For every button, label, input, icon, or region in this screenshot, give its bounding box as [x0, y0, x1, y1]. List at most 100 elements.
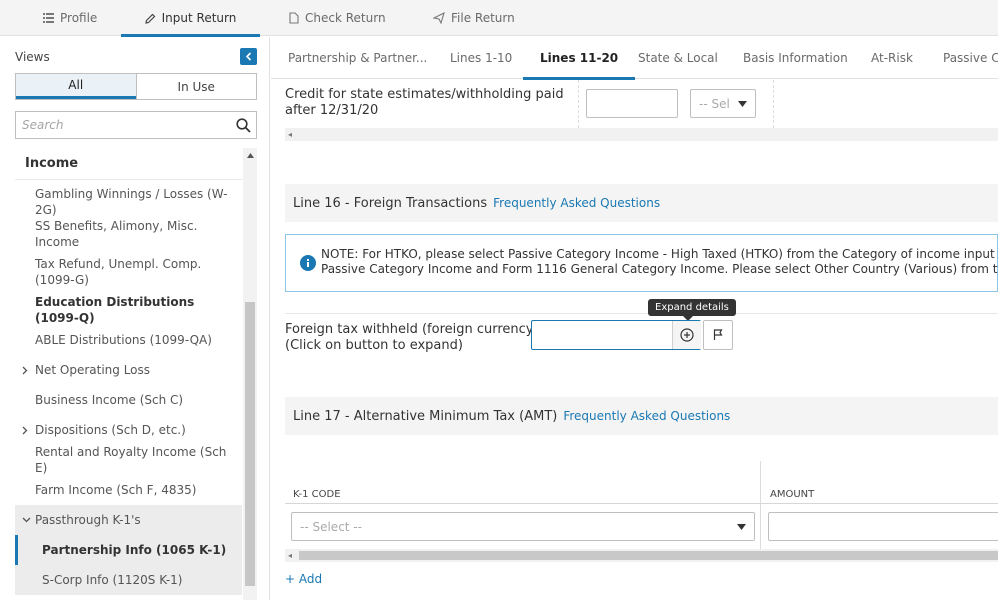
tree-item-label: Net Operating Loss	[35, 363, 151, 377]
tree-item-tax-refund[interactable]: Tax Refund, Unempl. Comp. (1099-G)	[15, 249, 242, 295]
line16-header: Line 16 - Foreign Transactions Frequentl…	[285, 184, 998, 222]
tab-label: Input Return	[161, 11, 237, 25]
credit-hscrollbar[interactable]: ◂	[285, 128, 998, 141]
tree-item-label: Dispositions (Sch D, etc.)	[35, 423, 186, 437]
tree-item-dispositions[interactable]: Dispositions (Sch D, etc.)	[15, 415, 242, 445]
divider	[285, 313, 998, 314]
subtab-lines-1-10[interactable]: Lines 1-10	[450, 37, 512, 79]
k1-code-select[interactable]: -- Select --	[291, 512, 755, 541]
tree-item-label: Partnership Info (1065 K-1)	[42, 543, 227, 557]
amt-hscrollbar-thumb[interactable]	[299, 551, 998, 560]
tree-item-label: ABLE Distributions (1099-QA)	[35, 333, 212, 347]
tree-item-label: SS Benefits, Alimony, Misc. Income	[35, 219, 198, 249]
chevron-left-icon	[245, 52, 252, 61]
search-input[interactable]	[16, 112, 230, 138]
tree-item-partnership-info[interactable]: Partnership Info (1065 K-1)	[15, 535, 242, 565]
tree-item-passthrough[interactable]: Passthrough K-1's	[15, 505, 242, 535]
column-divider	[760, 461, 761, 549]
credit-label: Credit for state estimates/withholding p…	[285, 87, 564, 118]
collapse-sidebar-button[interactable]	[240, 48, 257, 65]
col-header-k1-code: K-1 CODE	[293, 489, 341, 500]
tab-label: File Return	[451, 11, 515, 25]
tree-item-label: S-Corp Info (1120S K-1)	[42, 573, 183, 587]
tree-item-label: Gambling Winnings / Losses (W-2G)	[35, 186, 228, 217]
credit-select[interactable]: -- Sel	[690, 89, 756, 118]
tree-section-income[interactable]: Income	[15, 148, 242, 180]
tree-item-able[interactable]: ABLE Distributions (1099-QA)	[15, 325, 242, 355]
caret-down-icon	[737, 523, 746, 530]
tree-item-s-corp-info[interactable]: S-Corp Info (1120S K-1)	[15, 565, 242, 595]
tab-label: Check Return	[305, 11, 386, 25]
scroll-left-arrow-icon[interactable]: ◂	[288, 130, 292, 139]
pen-icon	[144, 13, 155, 24]
tree-item-label: Passthrough K-1's	[35, 513, 141, 527]
note-text: NOTE: For HTKO, please select Passive Ca…	[321, 247, 998, 277]
note-box: NOTE: For HTKO, please select Passive Ca…	[285, 234, 998, 292]
tree-item-gambling[interactable]: Gambling Winnings / Losses (W-2G)	[15, 184, 242, 219]
tree-item-label: Rental and Royalty Income (Sch E)	[35, 445, 227, 475]
expand-details-button[interactable]	[672, 321, 701, 349]
flag-icon	[713, 329, 723, 340]
tab-check-return[interactable]: Check Return	[289, 0, 386, 36]
line16-faq-link[interactable]: Frequently Asked Questions	[493, 196, 660, 210]
view-in-use-button[interactable]: In Use	[135, 74, 256, 99]
tree-item-label: Farm Income (Sch F, 4835)	[35, 483, 197, 497]
foreign-tax-label: Foreign tax withheld (foreign currency) …	[285, 322, 539, 354]
info-icon	[300, 255, 316, 271]
credit-amount-input[interactable]	[586, 89, 678, 118]
chevron-right-icon	[22, 426, 28, 434]
send-icon	[433, 12, 445, 24]
tree-item-rental[interactable]: Rental and Royalty Income (Sch E)	[15, 445, 242, 475]
search-box	[15, 111, 257, 139]
list-icon	[43, 13, 54, 23]
foreign-tax-label-line: (Click on button to expand)	[285, 338, 463, 353]
table-header-divider	[285, 503, 998, 504]
amount-input[interactable]	[768, 512, 998, 541]
tree-item-label: Business Income (Sch C)	[35, 393, 184, 407]
tree-item-farm[interactable]: Farm Income (Sch F, 4835)	[15, 475, 242, 505]
flag-button[interactable]	[703, 320, 733, 350]
view-all-button[interactable]: All	[16, 74, 136, 99]
tree-item-ss-benefits[interactable]: SS Benefits, Alimony, Misc. Income	[15, 219, 242, 249]
chevron-down-icon	[22, 517, 31, 523]
subtab-state-local[interactable]: State & Local	[638, 37, 718, 79]
subtab-at-risk[interactable]: At-Risk	[871, 37, 913, 79]
tab-file-return[interactable]: File Return	[433, 0, 515, 36]
grid-divider	[578, 80, 579, 128]
scroll-left-arrow-icon[interactable]: ◂	[288, 551, 292, 560]
main-content: Partnership & Partner... Lines 1-10 Line…	[271, 37, 998, 600]
navigation-tree: Income Gambling Winnings / Losses (W-2G)…	[15, 148, 242, 600]
subtab-partnership[interactable]: Partnership & Partner...	[288, 37, 427, 79]
search-icon[interactable]	[230, 117, 256, 133]
tab-label: Profile	[60, 11, 98, 25]
add-row-link[interactable]: + Add	[285, 572, 322, 586]
tab-profile[interactable]: Profile	[43, 0, 97, 36]
sidebar: Views All In Use Income Gambling Winning…	[0, 37, 270, 600]
subtab-passive[interactable]: Passive Ca	[943, 37, 998, 79]
sub-tabs: Partnership & Partner... Lines 1-10 Line…	[271, 37, 998, 80]
foreign-tax-label-line: Foreign tax withheld (foreign currency)	[285, 322, 539, 337]
scroll-up-arrow-icon[interactable]	[244, 150, 256, 160]
note-line: NOTE: For HTKO, please select Passive Ca…	[321, 247, 998, 261]
note-line: Passive Category Income and Form 1116 Ge…	[321, 262, 998, 276]
expand-details-tooltip: Expand details	[648, 299, 736, 321]
document-icon	[289, 12, 299, 24]
subtab-basis[interactable]: Basis Information	[743, 37, 848, 79]
tree-item-nol[interactable]: Net Operating Loss	[15, 355, 242, 385]
subtab-lines-11-20[interactable]: Lines 11-20	[522, 37, 636, 80]
views-label: Views	[15, 50, 50, 64]
line17-faq-link[interactable]: Frequently Asked Questions	[563, 409, 730, 423]
tab-input-return[interactable]: Input Return	[121, 0, 260, 37]
caret-down-icon	[738, 100, 747, 107]
view-toggle: All In Use	[15, 73, 257, 100]
grid-divider	[773, 80, 774, 128]
tree-item-business[interactable]: Business Income (Sch C)	[15, 385, 242, 415]
amt-hscrollbar[interactable]: ◂	[285, 549, 998, 562]
top-nav: Profile Input Return Check Return File R…	[0, 0, 998, 37]
plus-circle-icon	[680, 328, 694, 342]
line17-header: Line 17 - Alternative Minimum Tax (AMT) …	[285, 397, 998, 435]
tree-item-education[interactable]: Education Distributions (1099-Q)	[15, 295, 242, 325]
tree-scrollbar-thumb[interactable]	[245, 302, 255, 586]
line16-title: Line 16 - Foreign Transactions	[293, 195, 488, 211]
select-placeholder: -- Select --	[300, 519, 362, 534]
